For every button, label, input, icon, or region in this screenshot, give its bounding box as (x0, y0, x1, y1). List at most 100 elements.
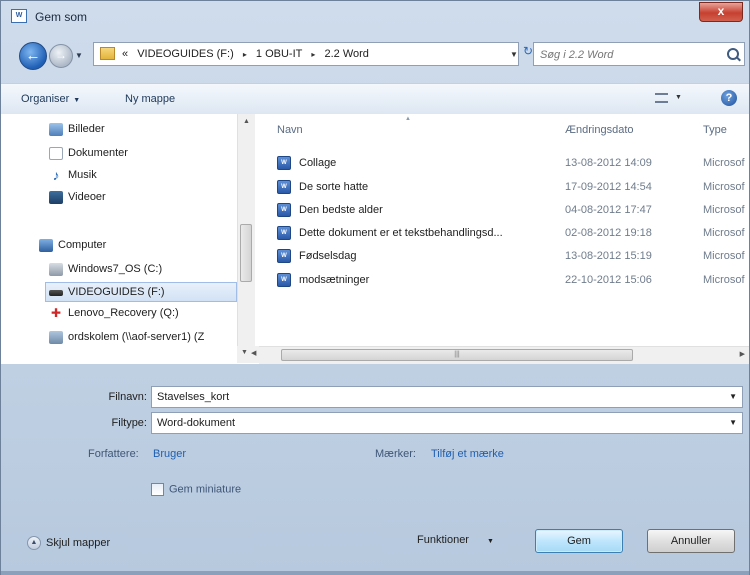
column-header-type[interactable]: Type (703, 124, 727, 136)
file-date: 02-08-2012 19:18 (565, 227, 652, 239)
column-header-date[interactable]: Ændringsdato (565, 124, 634, 136)
file-row[interactable]: W De sorte hatte 17-09-2012 14:54 Micros… (277, 177, 750, 197)
chevron-up-icon: ▲ (27, 536, 41, 550)
help-icon[interactable]: ? (721, 90, 737, 106)
word-document-icon: W (277, 226, 291, 240)
window-bottom-edge (1, 571, 749, 575)
scroll-arrows: ▼ ◀ (237, 346, 259, 363)
breadcrumb-item-videoguides[interactable]: VIDEOGUIDES (F:) (137, 48, 234, 60)
file-row[interactable]: W modsætninger 22-10-2012 15:06 Microsof (277, 270, 750, 290)
authors-value[interactable]: Bruger (153, 448, 186, 460)
sidebar-item-lenovo-recovery[interactable]: ✚ Lenovo_Recovery (Q:) (49, 304, 179, 324)
sidebar-item-label: Windows7_OS (C:) (68, 263, 163, 275)
scrollbar-thumb[interactable] (240, 224, 252, 282)
pictures-icon (49, 122, 63, 136)
chevron-down-icon: ▼ (73, 97, 81, 104)
file-name: Den bedste alder (299, 204, 383, 216)
hide-folders-label: Skjul mapper (46, 536, 111, 549)
word-document-icon: W (277, 273, 291, 287)
new-folder-button[interactable]: Ny mappe (125, 93, 175, 105)
search-box[interactable] (533, 42, 745, 66)
scroll-right-icon[interactable]: ▶ (740, 350, 745, 358)
sidebar-item-label: Musik (68, 169, 97, 181)
file-name: modsætninger (299, 274, 370, 286)
view-options-icon[interactable] (655, 93, 668, 103)
refresh-icon[interactable]: ↻ (523, 44, 533, 58)
breadcrumb-overflow[interactable]: « (122, 48, 128, 60)
word-document-icon: W (277, 203, 291, 217)
file-row[interactable]: W Fødselsdag 13-08-2012 15:19 Microsof (277, 246, 750, 266)
column-header-name[interactable]: Navn (277, 124, 303, 136)
filetype-value: Word-dokument (157, 417, 236, 429)
chevron-right-icon[interactable]: ▸ (243, 50, 247, 59)
sidebar-item-music[interactable]: ♪ Musik (49, 166, 97, 186)
sidebar-item-documents[interactable]: Dokumenter (49, 144, 128, 164)
sidebar-item-videoguides[interactable]: VIDEOGUIDES (F:) (45, 282, 237, 302)
navigation-pane: Billeder Dokumenter ♪ Musik Videoer Compu… (1, 114, 237, 364)
address-bar[interactable]: « VIDEOGUIDES (F:) ▸ 1 OBU-IT ▸ 2.2 Word… (93, 42, 519, 66)
scroll-up-icon[interactable]: ▲ (243, 118, 250, 125)
title-bar: W Gem som x (1, 1, 749, 33)
filename-value: Stavelses_kort (157, 391, 230, 403)
scroll-left-icon[interactable]: ◀ (251, 349, 256, 357)
chevron-down-icon[interactable]: ▼ (729, 387, 737, 407)
chevron-down-icon[interactable]: ▼ (729, 413, 737, 433)
chevron-down-icon[interactable]: ▼ (675, 94, 682, 101)
tags-value[interactable]: Tilføj et mærke (431, 448, 504, 460)
file-date: 13-08-2012 15:19 (565, 250, 652, 262)
forward-button[interactable]: → (49, 44, 73, 68)
sidebar-item-pictures[interactable]: Billeder (49, 120, 105, 140)
videos-icon (49, 190, 63, 204)
back-button[interactable]: ← (19, 42, 47, 70)
file-row[interactable]: W Den bedste alder 04-08-2012 17:47 Micr… (277, 200, 750, 220)
file-type: Microsof (703, 157, 745, 169)
breadcrumb-item-obu-it[interactable]: 1 OBU-IT (256, 48, 302, 60)
chevron-right-icon[interactable]: ▸ (311, 50, 315, 59)
word-document-icon: W (11, 9, 27, 23)
file-date: 13-08-2012 14:09 (565, 157, 652, 169)
drive-icon (49, 262, 63, 276)
save-button[interactable]: Gem (535, 529, 623, 553)
tools-button[interactable]: Funktioner ▼ (417, 534, 494, 546)
scroll-down-icon[interactable]: ▼ (241, 349, 248, 356)
filetype-select[interactable]: Word-dokument ▼ (151, 412, 743, 434)
sidebar-item-network-drive[interactable]: ordskolem (\\aof-server1) (Z (49, 328, 204, 348)
chevron-down-icon[interactable]: ▼ (510, 50, 518, 59)
browser-pane: Billeder Dokumenter ♪ Musik Videoer Compu… (1, 114, 749, 364)
file-name: Collage (299, 157, 337, 169)
sidebar-item-videos[interactable]: Videoer (49, 188, 106, 208)
search-input[interactable] (538, 46, 722, 64)
file-row[interactable]: W Collage 13-08-2012 14:09 Microsof (277, 153, 750, 173)
sidebar-item-computer[interactable]: Computer (39, 236, 106, 256)
tags-label: Mærker: (375, 448, 416, 460)
hide-folders-button[interactable]: ▲ Skjul mapper (27, 536, 110, 550)
sidebar-item-windows7-os[interactable]: Windows7_OS (C:) (49, 260, 162, 280)
file-date: 17-09-2012 14:54 (565, 181, 652, 193)
usb-drive-icon (49, 290, 63, 297)
scrollbar-thumb[interactable]: ||| (281, 349, 633, 361)
file-name: Dette dokument er et tekstbehandlingsd..… (299, 227, 503, 239)
sidebar-item-label: Dokumenter (68, 147, 128, 159)
search-icon[interactable] (727, 48, 739, 60)
sidebar-item-label: Videoer (68, 191, 106, 203)
file-row[interactable]: W Dette dokument er et tekstbehandlingsd… (277, 223, 750, 243)
cancel-button[interactable]: Annuller (647, 529, 735, 553)
tools-label: Funktioner (417, 534, 469, 546)
music-icon: ♪ (52, 166, 60, 183)
save-thumbnail-option[interactable]: Gem miniature (151, 483, 241, 496)
breadcrumb-item-word[interactable]: 2.2 Word (324, 48, 368, 60)
sidebar-item-label: Lenovo_Recovery (Q:) (68, 307, 179, 319)
file-type: Microsof (703, 250, 745, 262)
horizontal-scrollbar[interactable]: ||| ▶ (259, 346, 749, 364)
filename-field[interactable]: Stavelses_kort ▼ (151, 386, 743, 408)
save-as-dialog: W Gem som x ← → ▼ « VIDEOGUIDES (F:) ▸ 1… (0, 0, 750, 575)
save-thumbnail-checkbox[interactable] (151, 483, 164, 496)
navigation-pane-scrollbar[interactable]: ▲ (237, 114, 255, 346)
organize-button[interactable]: Organiser ▼ (21, 93, 80, 105)
file-type: Microsof (703, 204, 745, 216)
command-toolbar: Organiser ▼ Ny mappe ▼ ? (1, 83, 749, 115)
recent-pages-dropdown-icon[interactable]: ▼ (75, 51, 83, 60)
close-button[interactable]: x (699, 2, 743, 22)
sidebar-item-label: Billeder (68, 123, 105, 135)
chevron-down-icon: ▼ (486, 538, 494, 545)
